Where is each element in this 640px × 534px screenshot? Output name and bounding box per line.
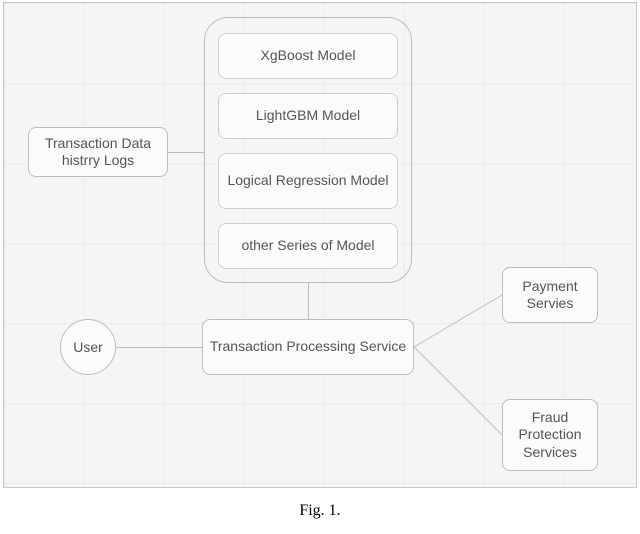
- node-transaction-data-logs: Transaction Data histrry Logs: [28, 127, 168, 177]
- diagram-canvas: XgBoost Model LightGBM Model Logical Reg…: [3, 2, 637, 488]
- connector-models-to-tps: [308, 283, 309, 319]
- model-logical-regression: Logical Regression Model: [218, 153, 398, 209]
- model-xgboost: XgBoost Model: [218, 33, 398, 79]
- figure: XgBoost Model LightGBM Model Logical Reg…: [0, 0, 640, 534]
- figure-caption: Fig. 1.: [299, 502, 340, 520]
- connector-logs-to-models: [168, 152, 204, 153]
- model-lightgbm: LightGBM Model: [218, 93, 398, 139]
- node-transaction-processing-service: Transaction Processing Service: [202, 319, 414, 375]
- node-fraud-protection-services: Fraud Protection Services: [502, 399, 598, 471]
- connector-user-to-tps: [116, 347, 202, 348]
- node-user: User: [60, 319, 116, 375]
- model-other-series: other Series of Model: [218, 223, 398, 269]
- node-payment-services: Payment Servies: [502, 267, 598, 323]
